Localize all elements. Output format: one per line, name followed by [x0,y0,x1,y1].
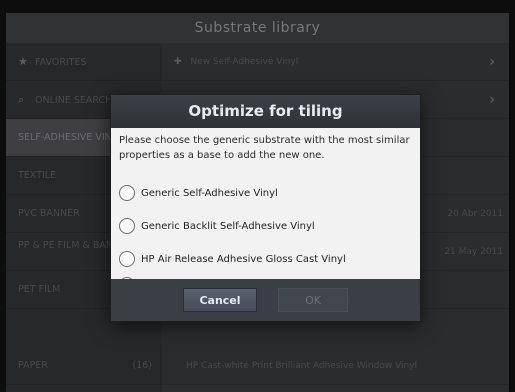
device-bezel: Substrate library ★ FAVORITES ⌕ ONLINE S… [0,0,515,392]
option-generic-backlit-self-adhesive-vinyl[interactable]: Generic Backlit Self-Adhesive Vinyl [119,215,315,237]
radio-button[interactable] [119,218,135,234]
option-label: HP Air Release Adhesive Gloss Cast Vinyl [141,253,346,265]
option-generic-self-adhesive-vinyl[interactable]: Generic Self-Adhesive Vinyl [119,182,278,204]
screen: Substrate library ★ FAVORITES ⌕ ONLINE S… [6,13,509,392]
ok-button[interactable]: OK [278,288,348,312]
radio-button[interactable] [119,251,135,267]
option-label: Generic Backlit Self-Adhesive Vinyl [141,220,315,232]
dialog-message: Please choose the generic substrate with… [119,135,410,161]
cancel-button[interactable]: Cancel [183,288,257,312]
option-label: Generic Self-Adhesive Vinyl [141,187,278,199]
option-hp-air-release-adhesive-gloss-cast-vinyl[interactable]: HP Air Release Adhesive Gloss Cast Vinyl [119,248,346,270]
optimize-dialog: Optimize for tiling Please choose the ge… [110,94,421,322]
radio-button[interactable] [119,185,135,201]
dialog-footer: Cancel OK [111,279,420,321]
dialog-title: Optimize for tiling [111,95,420,128]
